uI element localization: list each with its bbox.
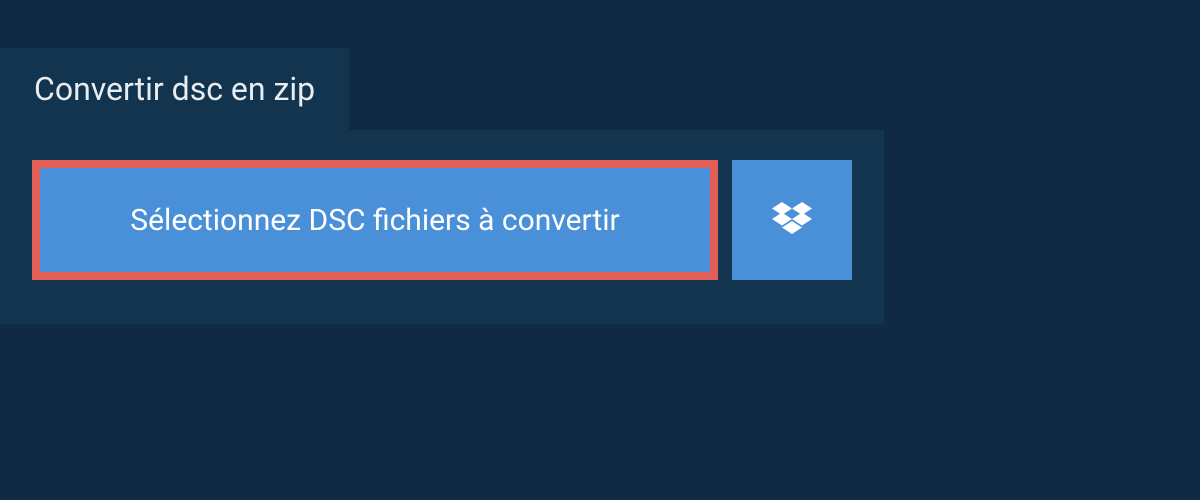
- upload-panel: Sélectionnez DSC fichiers à convertir: [0, 130, 884, 324]
- page-title: Convertir dsc en zip: [34, 70, 315, 108]
- page-title-tab: Convertir dsc en zip: [0, 48, 349, 130]
- select-files-label: Sélectionnez DSC fichiers à convertir: [130, 203, 619, 238]
- dropbox-button[interactable]: [732, 160, 852, 280]
- dropbox-icon: [772, 202, 812, 238]
- select-files-button[interactable]: Sélectionnez DSC fichiers à convertir: [32, 160, 718, 280]
